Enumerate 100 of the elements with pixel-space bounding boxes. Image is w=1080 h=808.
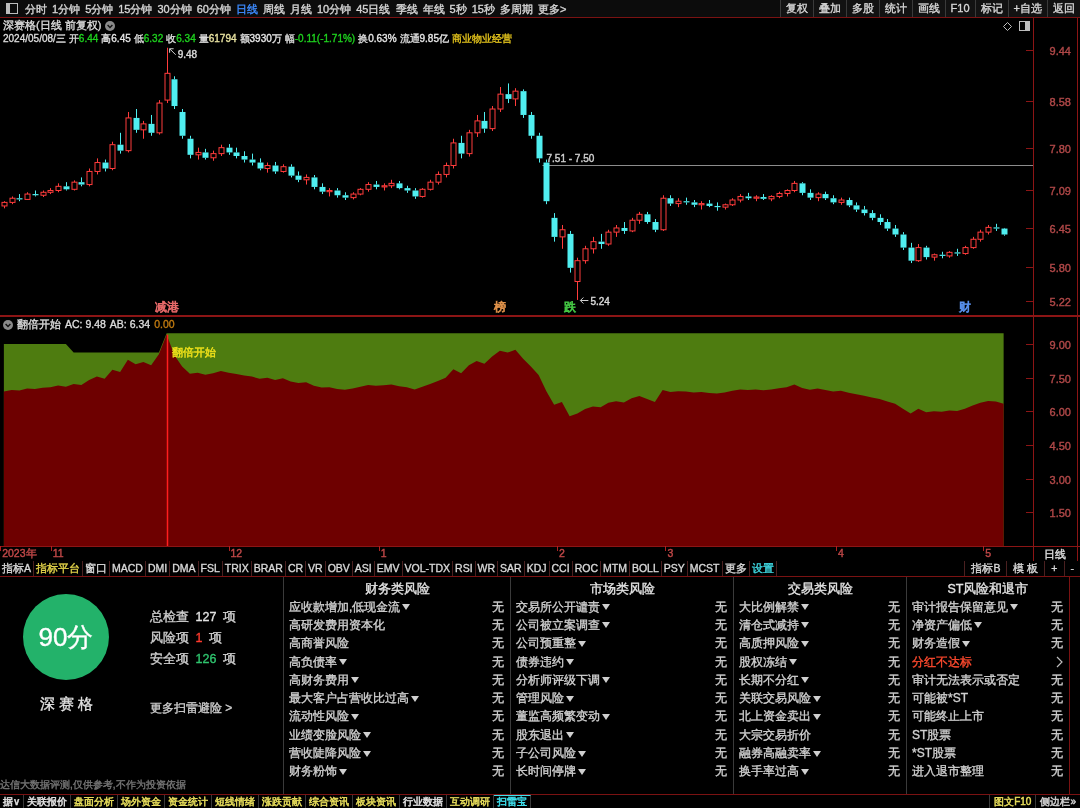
period-tab[interactable]: 年线 (420, 0, 447, 17)
period-tab[interactable]: 季线 (393, 0, 420, 17)
period-tab[interactable]: 多周期 (497, 0, 535, 17)
risk-item-label[interactable]: 营收陡降风险 (289, 745, 361, 762)
period-tab[interactable]: 5秒 (447, 0, 469, 17)
caret-icon[interactable] (974, 622, 982, 629)
toolbar-button[interactable]: +自选 (1007, 0, 1047, 17)
risk-item-label[interactable]: 大宗交易折价 (739, 726, 811, 744)
caret-icon[interactable] (813, 713, 821, 720)
risk-item-label[interactable]: 高负债率 (289, 653, 337, 671)
panel-tab[interactable]: 综合资讯 (306, 795, 354, 808)
indicator-tab[interactable]: BRAR (251, 561, 286, 576)
period-tab[interactable]: 45日线 (354, 0, 393, 17)
panel-tab[interactable]: 涨跌贡献 (259, 795, 307, 808)
risk-item-label[interactable]: 业绩变脸风险 (289, 726, 361, 744)
indicator-tab[interactable]: MTM (600, 561, 630, 576)
caret-icon[interactable] (1010, 604, 1018, 611)
indicator-tab[interactable]: VR (306, 561, 326, 576)
indicator-tab[interactable]: 更多 (722, 561, 750, 576)
caret-icon[interactable] (801, 604, 809, 611)
risk-item-label[interactable]: 可能终止上市 (912, 708, 984, 726)
toolbar-button[interactable]: 标记 (974, 0, 1008, 17)
caret-icon[interactable] (578, 640, 586, 647)
risk-item-label[interactable]: 最大客户占营收比过高 (289, 690, 409, 708)
indicator-tab[interactable]: SAR (498, 561, 525, 576)
indicator-tab[interactable]: ROC (572, 561, 601, 576)
indicator-tab[interactable]: PSY (661, 561, 688, 576)
period-tab[interactable]: 5分钟 (83, 0, 116, 17)
indicator-tab[interactable]: MACD (110, 561, 146, 576)
indicator-bar-button[interactable]: 指标B (964, 561, 1007, 576)
panel-tab[interactable]: 互动调研 (447, 795, 495, 808)
caret-icon[interactable] (578, 750, 586, 757)
dropdown-icon[interactable] (105, 20, 116, 31)
risk-item-label[interactable]: 可能被*ST (912, 690, 968, 708)
risk-item-label[interactable]: 高研发费用资本化 (289, 616, 385, 634)
risk-item-label[interactable]: 公司预重整 (516, 635, 576, 653)
toolbar-button[interactable]: 复权 (779, 0, 813, 17)
risk-item-label[interactable]: 审计无法表示或否定 (912, 671, 1020, 689)
panel-tab[interactable]: 短线情绪 (212, 795, 260, 808)
indicator-tab[interactable]: 窗口 (83, 561, 110, 576)
indicator-tab[interactable]: FSL (198, 561, 223, 576)
indicator-tab[interactable]: DMA (170, 561, 199, 576)
caret-icon[interactable] (602, 713, 610, 720)
panel-tab[interactable]: 据∨ (0, 795, 25, 808)
indicator-tab[interactable]: KDJ (524, 561, 550, 576)
panel-tab[interactable]: 板块资讯 (353, 795, 401, 808)
caret-icon[interactable] (789, 659, 797, 666)
indicator-tab[interactable]: OBV (325, 561, 353, 576)
risk-item-label[interactable]: *ST股票 (912, 745, 956, 762)
indicator-tab[interactable]: 设置 (749, 561, 777, 576)
indicator-tab[interactable]: DMI (145, 561, 171, 576)
risk-item-label[interactable]: 子公司风险 (516, 745, 576, 762)
toolbar-button[interactable]: 统计 (878, 0, 912, 17)
risk-item-label[interactable]: 公司被立案调查 (516, 616, 600, 634)
period-tab[interactable]: 10分钟 (315, 0, 354, 17)
period-tab[interactable]: 分时 (23, 0, 49, 17)
toolbar-button[interactable]: 叠加 (812, 0, 846, 17)
risk-item-label[interactable]: 流动性风险 (289, 708, 349, 726)
indicator-tab[interactable]: VOL-TDX (402, 561, 454, 576)
toolbar-button[interactable]: F10 (944, 0, 975, 17)
caret-icon[interactable] (801, 677, 809, 684)
risk-item-label[interactable]: 净资产偏低 (912, 616, 972, 634)
risk-item-label[interactable]: 董监高频繁变动 (516, 708, 600, 726)
period-tab[interactable]: 30分钟 (155, 0, 194, 17)
caret-icon[interactable] (566, 659, 574, 666)
caret-icon[interactable] (339, 659, 347, 666)
toolbar-button[interactable]: 画线 (911, 0, 945, 17)
risk-item-label[interactable]: 长期不分红 (739, 671, 799, 689)
caret-icon[interactable] (339, 768, 347, 775)
risk-item-label[interactable]: 高商誉风险 (289, 635, 349, 653)
risk-item-label[interactable]: 进入退市整理 (912, 763, 984, 781)
period-tab[interactable]: 月线 (288, 0, 314, 17)
caret-icon[interactable] (962, 640, 970, 647)
risk-item-label[interactable]: 融券高融卖率 (739, 745, 811, 762)
risk-item-label[interactable]: 交易所公开谴责 (516, 598, 600, 616)
indicator-tab[interactable]: 指标A (0, 561, 34, 576)
risk-item-label[interactable]: 股东退出 (516, 726, 564, 744)
risk-item-label[interactable]: 北上资金卖出 (739, 708, 811, 726)
sidebar-toggle-icon[interactable] (6, 3, 18, 14)
risk-item-label[interactable]: 大比例解禁 (739, 598, 799, 616)
panel-icon[interactable] (1019, 21, 1030, 31)
risk-item-label[interactable]: 分析师评级下调 (516, 671, 600, 689)
period-tab[interactable]: 15分钟 (116, 0, 155, 17)
panel-tab[interactable]: 资金统计 (165, 795, 213, 808)
caret-icon[interactable] (351, 713, 359, 720)
caret-icon[interactable] (602, 604, 610, 611)
period-tab[interactable]: 60分钟 (194, 0, 233, 17)
caret-icon[interactable] (801, 622, 809, 629)
caret-icon[interactable] (602, 677, 610, 684)
panel-tab[interactable]: 场外资金 (118, 795, 166, 808)
risk-item-label[interactable]: 管理风险 (516, 690, 564, 708)
risk-item-label[interactable]: 审计报告保留意见 (912, 598, 1008, 616)
period-tab[interactable]: 15秒 (469, 0, 497, 17)
indicator-bar-button[interactable]: - (1063, 561, 1080, 576)
indicator-tab[interactable]: ASI (352, 561, 375, 576)
risk-item-label[interactable]: 关联交易风险 (739, 690, 811, 708)
panel-tab[interactable]: 盘面分析 (71, 795, 119, 808)
indicator-tab[interactable]: CCI (549, 561, 573, 576)
risk-item-label[interactable]: 财务粉饰 (289, 763, 337, 781)
panel-tab[interactable]: 行业数据 (400, 795, 448, 808)
